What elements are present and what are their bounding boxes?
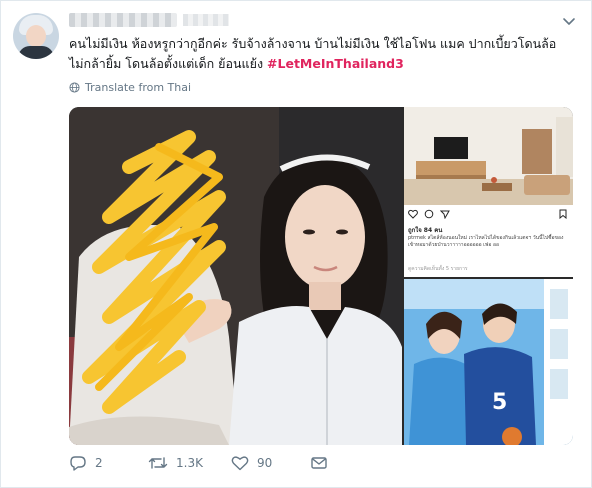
ig-heart-icon bbox=[408, 209, 418, 219]
like-button[interactable]: 90 bbox=[231, 455, 272, 471]
ig-comment-icon bbox=[424, 209, 434, 219]
direct-message-button[interactable] bbox=[310, 455, 328, 471]
retweet-count: 1.3K bbox=[176, 456, 203, 470]
main-photo[interactable] bbox=[69, 107, 402, 445]
reply-count: 2 bbox=[95, 456, 103, 470]
avatar[interactable] bbox=[13, 13, 59, 59]
svg-text:5: 5 bbox=[492, 390, 507, 415]
translate-label: Translate from Thai bbox=[85, 81, 192, 94]
direct-message-icon bbox=[311, 457, 327, 469]
ig-like-count: ถูกใจ 84 คน bbox=[408, 227, 443, 234]
ig-caption: ptrmek สไตล์ห้องนอนใหม่ เราไหลไปได้ของกิ… bbox=[408, 235, 564, 248]
reply-icon bbox=[70, 456, 86, 471]
action-bar: 2 1.3K 90 bbox=[69, 455, 349, 479]
room-photo[interactable] bbox=[404, 107, 573, 205]
reply-button[interactable]: 2 bbox=[69, 455, 103, 471]
author-handle-redacted bbox=[183, 14, 229, 26]
globe-icon bbox=[69, 82, 80, 93]
hashtag-link[interactable]: #LetMeInThailand3 bbox=[267, 56, 404, 71]
retweet-button[interactable]: 1.3K bbox=[148, 455, 203, 471]
ig-action-icons bbox=[408, 209, 450, 219]
tweet-card[interactable]: คนไม่มีเงิน ห้องหรูกว่ากูอีกค่ะ รับจ้างล… bbox=[0, 0, 592, 488]
sport-photo[interactable]: 5 bbox=[404, 279, 573, 445]
translate-link[interactable]: Translate from Thai bbox=[69, 81, 191, 94]
caret-down-icon[interactable] bbox=[561, 13, 577, 29]
ig-bookmark-icon bbox=[559, 209, 567, 219]
like-count: 90 bbox=[257, 456, 273, 470]
like-icon bbox=[231, 456, 249, 471]
author-name-redacted bbox=[69, 13, 177, 27]
media-grid[interactable]: ถูกใจ 84 คน ptrmek สไตล์ห้องนอนใหม่ เราไ… bbox=[69, 107, 573, 445]
ig-share-icon bbox=[440, 210, 450, 219]
ig-view-comments: ดูความคิดเห็นทั้ง 5 รายการ bbox=[408, 266, 468, 272]
retweet-icon bbox=[148, 457, 168, 469]
instagram-screenshot[interactable]: ถูกใจ 84 คน ptrmek สไตล์ห้องนอนใหม่ เราไ… bbox=[404, 205, 573, 277]
tweet-text: คนไม่มีเงิน ห้องหรูกว่ากูอีกค่ะ รับจ้างล… bbox=[69, 34, 569, 74]
